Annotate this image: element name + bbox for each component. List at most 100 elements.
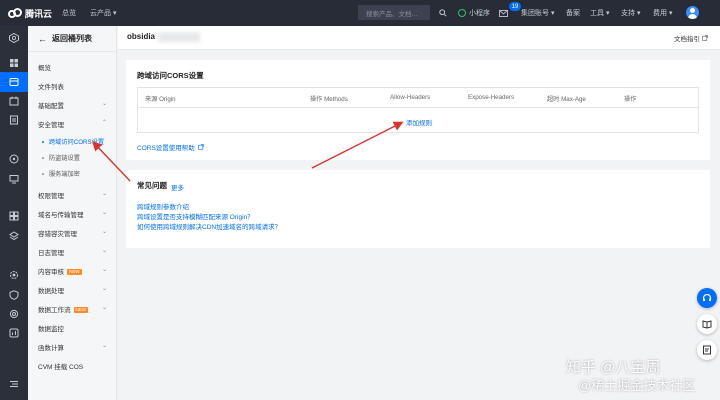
external-link-icon	[702, 35, 708, 41]
col-methods: 操作 Methods	[310, 96, 348, 103]
layers-icon[interactable]	[8, 230, 20, 242]
nav-tools-label: 工具	[590, 10, 604, 17]
documentation-button[interactable]	[697, 314, 717, 334]
nav-filing[interactable]: 备案	[566, 0, 580, 26]
cors-settings-card: 跨域访问CORS设置 来源 Origin 操作 Methods Allow-He…	[126, 60, 710, 160]
message-button[interactable]	[499, 0, 508, 26]
chevron-down-icon: ▾	[112, 10, 117, 17]
mini-program-link[interactable]: 小程序	[458, 0, 490, 26]
nav-billing[interactable]: 费用 ▾	[653, 0, 672, 26]
faq-card-title: 常见问题	[137, 181, 167, 190]
search-icon[interactable]	[436, 5, 450, 20]
logo-text: 腾讯云	[25, 8, 53, 19]
faq-link-fuzzy-origin[interactable]: 跨域设置是否支持模糊匹配来源 Origin？	[137, 211, 254, 221]
shield-icon[interactable]	[8, 289, 20, 301]
faq-link-cdn-cors[interactable]: 如何使用跨域规则解决CDN加速域名的跨域请求？	[137, 221, 281, 231]
back-label: 返回桶列表	[52, 34, 92, 43]
customer-service-button[interactable]	[697, 288, 717, 308]
apps-grid-icon[interactable]	[8, 210, 20, 222]
cors-help-label: CORS设置使用帮助	[137, 145, 195, 152]
chart-icon[interactable]	[8, 327, 20, 339]
chevron-down-icon: ⌄	[101, 305, 107, 311]
group-account-menu[interactable]: 集团账号 ▾	[521, 0, 554, 26]
nav-overview[interactable]: 总览	[62, 8, 76, 18]
search-input[interactable]: 搜索产品、文档…	[358, 5, 430, 20]
chevron-down-icon: ⌄	[101, 229, 107, 235]
nav-tools[interactable]: 工具 ▾	[590, 0, 609, 26]
sidebar-item-hotlink[interactable]: 防盗链设置	[42, 153, 80, 162]
cog-icon[interactable]	[8, 308, 20, 320]
grid-overview-icon[interactable]	[8, 57, 20, 69]
col-actions: 操作	[624, 96, 637, 103]
calendar-icon[interactable]	[8, 95, 20, 107]
doc-guide-label: 文档指引	[674, 36, 700, 43]
workflow-label: 数据工作流	[38, 307, 71, 314]
sidebar-item-cvm-mount[interactable]: CVM 挂载 COS	[38, 361, 83, 371]
chevron-down-icon: ▾	[550, 10, 555, 17]
mini-program-icon	[458, 9, 466, 17]
bullet-icon	[42, 156, 44, 159]
bucket-list-icon[interactable]	[8, 76, 20, 88]
cors-rules-table: 来源 Origin 操作 Methods Allow-Headers Expos…	[137, 87, 699, 133]
sidebar-item-security[interactable]: 安全管理 ⌃	[38, 119, 113, 129]
data-processing-label: 数据处理	[38, 288, 64, 295]
sidebar-item-moderation[interactable]: 内容审核 NEW ⌄	[38, 266, 113, 276]
sidebar-item-permissions[interactable]: 权限管理 ⌄	[38, 190, 113, 200]
sidebar-item-logs[interactable]: 日志管理 ⌄	[38, 247, 113, 257]
encryption-label: 服务端加密	[49, 171, 80, 178]
sidebar-item-cors[interactable]: 跨域访问CORS设置	[42, 137, 104, 146]
sidebar-item-functions[interactable]: 函数计算 ⌄	[38, 342, 113, 352]
chevron-up-icon: ⌃	[101, 120, 107, 126]
settings-gear-icon[interactable]	[8, 269, 20, 281]
sidebar-item-workflow[interactable]: 数据工作流 NEW ⌄	[38, 304, 113, 314]
book-icon	[702, 320, 712, 329]
sidebar-item-monitoring[interactable]: 数据监控	[38, 323, 64, 333]
page-header: obsidia 文档指引	[118, 26, 720, 50]
doc-guide-link[interactable]: 文档指引	[674, 33, 708, 43]
feedback-button[interactable]	[697, 340, 717, 360]
monitor-icon[interactable]	[8, 173, 20, 185]
cloud-logo-icon	[8, 8, 22, 18]
sidebar-item-overview[interactable]: 概览	[38, 62, 51, 72]
sidebar-item-file-list[interactable]: 文件列表	[38, 81, 64, 91]
tencent-cloud-logo[interactable]: 腾讯云	[0, 7, 62, 20]
sidebar-item-encryption[interactable]: 服务端加密	[42, 169, 80, 178]
functions-label: 函数计算	[38, 345, 64, 352]
cos-hexagon-icon[interactable]	[8, 32, 20, 44]
headset-icon	[702, 293, 712, 301]
sidebar-item-disaster[interactable]: 容错容灾管理 ⌄	[38, 228, 113, 238]
faq-more-link[interactable]: 更多	[171, 182, 184, 192]
nav-cloud-products[interactable]: 云产品 ▾	[90, 8, 116, 18]
globe-icon[interactable]	[8, 153, 20, 165]
user-avatar[interactable]	[686, 6, 699, 19]
back-to-bucket-list[interactable]: ← 返回桶列表	[28, 26, 116, 52]
sidebar-item-data-processing[interactable]: 数据处理 ⌄	[38, 285, 113, 295]
nav-support[interactable]: 支持 ▾	[621, 0, 640, 26]
document-icon[interactable]	[8, 114, 20, 126]
zhihu-watermark: 知乎 @八宝周	[566, 359, 661, 376]
cors-card-title: 跨域访问CORS设置	[137, 71, 204, 80]
chevron-down-icon: ▾	[605, 10, 610, 17]
cors-help-link[interactable]: CORS设置使用帮助	[137, 142, 204, 152]
chevron-down-icon: ⌄	[101, 248, 107, 254]
message-count-badge: 19	[509, 2, 521, 11]
sidebar-item-basic-config[interactable]: 基础配置 ⌄	[38, 100, 113, 110]
nav-cloud-products-label: 云产品	[90, 10, 111, 17]
juejin-watermark: @稀土掘金技术社区	[578, 378, 696, 393]
moderation-label: 内容审核	[38, 269, 64, 276]
cors-label: 跨域访问CORS设置	[49, 139, 105, 146]
chevron-down-icon: ⌄	[101, 191, 107, 197]
table-header: 来源 Origin 操作 Methods Allow-Headers Expos…	[138, 88, 698, 108]
chevron-down-icon: ▾	[668, 10, 673, 17]
chevron-down-icon: ⌄	[101, 343, 107, 349]
bucket-sidebar: ← 返回桶列表 概览 文件列表 基础配置 ⌄ 安全管理 ⌃ 跨域访问CORS设置 防…	[28, 26, 117, 400]
chevron-down-icon: ⌄	[101, 210, 107, 216]
bullet-icon	[42, 172, 44, 175]
sidebar-item-domain[interactable]: 域名与传输管理 ⌄	[38, 209, 113, 219]
external-link-icon	[198, 144, 204, 150]
nav-support-label: 支持	[621, 10, 635, 17]
add-rule-link[interactable]: 添加规则	[406, 117, 432, 127]
collapse-menu-icon[interactable]	[8, 378, 20, 390]
faq-link-cors-params[interactable]: 跨域规则参数介绍	[137, 201, 189, 211]
redacted-bucket-suffix	[158, 32, 200, 42]
